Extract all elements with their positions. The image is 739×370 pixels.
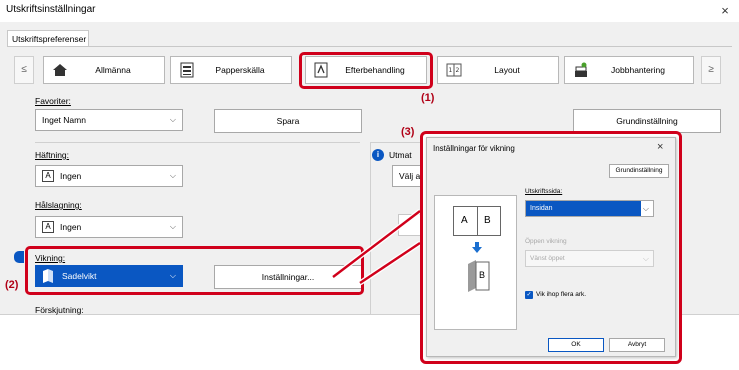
arrow-down-icon xyxy=(472,242,482,253)
callout-label-3: (3) xyxy=(401,126,415,138)
preview-page-b: B xyxy=(484,215,491,226)
preview-fold-line xyxy=(477,207,478,235)
dialog-ok-button[interactable]: OK xyxy=(548,338,604,352)
print-side-value: Insidan xyxy=(526,201,641,216)
fold-multiple-checkbox[interactable]: ✓ xyxy=(525,291,533,299)
dialog-cancel-button[interactable]: Avbryt xyxy=(609,338,665,352)
open-fold-label: Öppen vikning xyxy=(525,238,567,245)
chevron-down-icon: ⌵ xyxy=(642,204,649,213)
print-side-select[interactable]: Insidan ⌵ xyxy=(525,200,654,217)
open-fold-value: Vänst öppet xyxy=(530,255,565,262)
preview-open-sheet: A B xyxy=(453,206,501,236)
fold-preview: A B B xyxy=(434,195,517,330)
dialog-default-button[interactable]: Grundinställning xyxy=(609,164,669,178)
preview-folded-booklet: B xyxy=(466,260,490,292)
preview-page-a: A xyxy=(461,215,468,226)
dialog-title: Inställningar för vikning xyxy=(433,144,515,153)
dialog-close-button[interactable]: × xyxy=(657,141,663,153)
open-fold-select: Vänst öppet ⌵ xyxy=(525,250,654,267)
preview-folded-page-b: B xyxy=(479,270,486,280)
fold-multiple-label: Vik ihop flera ark. xyxy=(536,291,587,298)
print-side-label: Utskriftssida: xyxy=(525,188,562,195)
folding-settings-dialog: Inställningar för vikning × Grundinställ… xyxy=(426,137,676,357)
print-side-label-text: Utskriftssida: xyxy=(525,188,563,195)
chevron-down-icon: ⌵ xyxy=(642,254,649,263)
